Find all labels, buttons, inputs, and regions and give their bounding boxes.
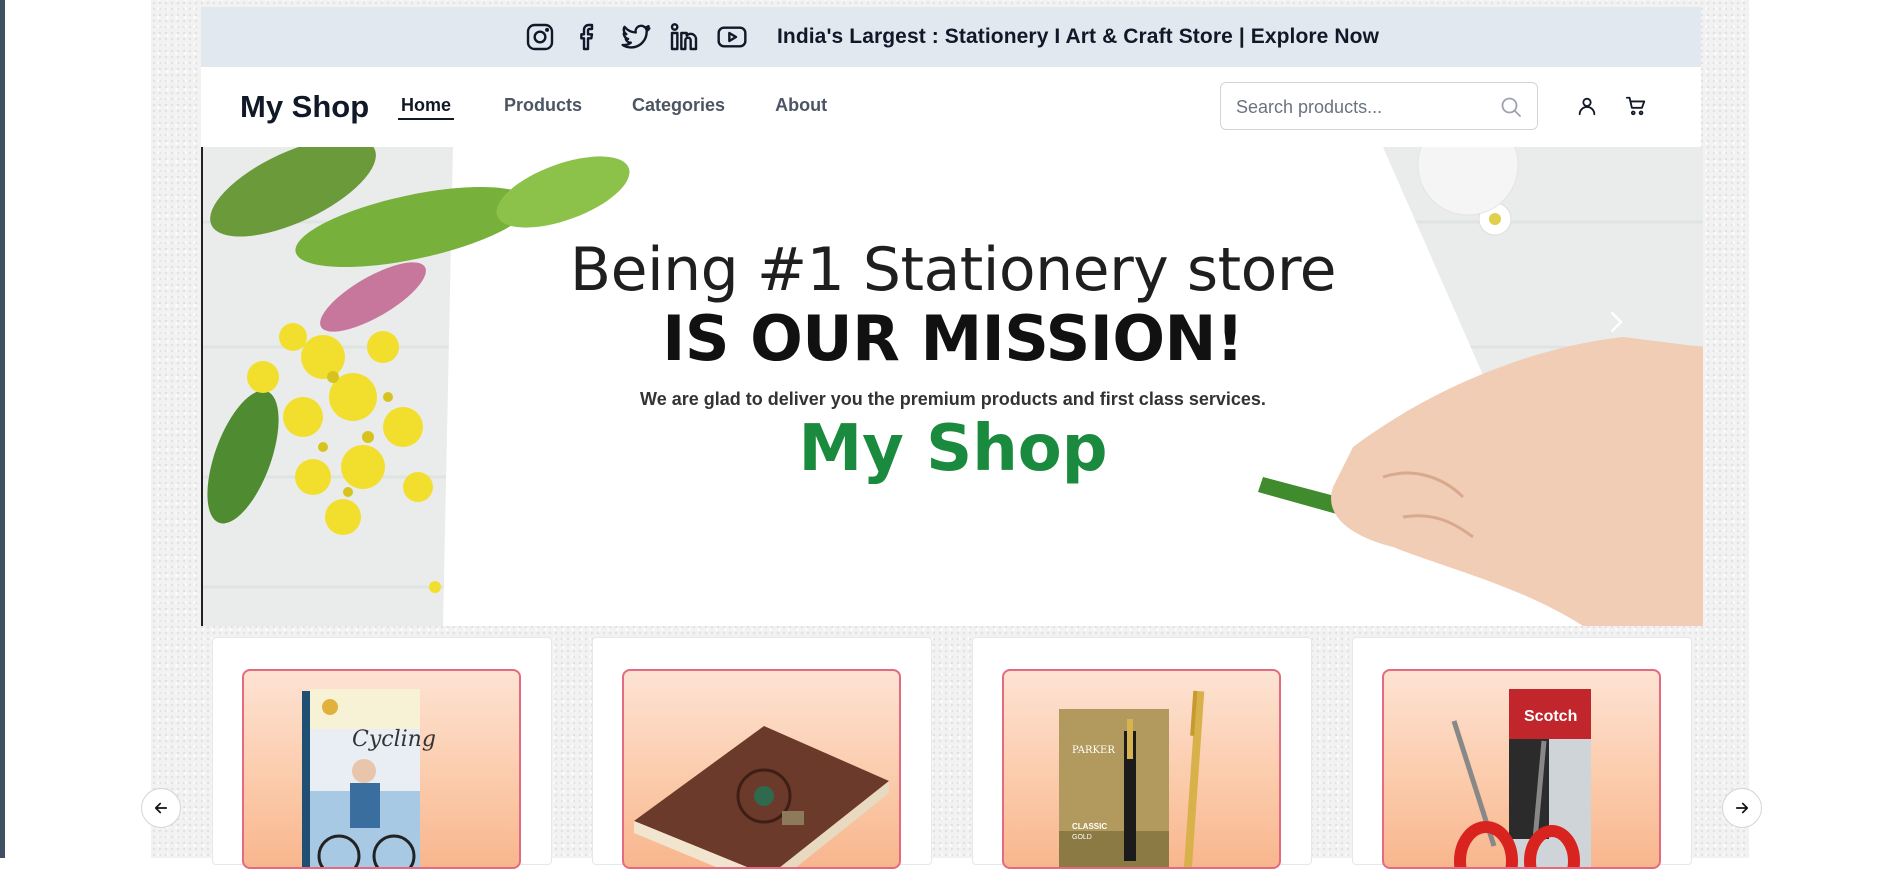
arrow-left-icon — [154, 802, 168, 814]
product-image-cycling-notebook[interactable]: Cycling — [242, 669, 521, 869]
announcement-bar: India's Largest : Stationery I Art & Cra… — [201, 7, 1701, 67]
hero-heading-line2: IS OUR MISSION! — [662, 302, 1244, 375]
product-card[interactable]: Cycling — [212, 637, 552, 869]
svg-text:PARKER: PARKER — [1072, 745, 1115, 756]
product-image-leather-journal[interactable] — [622, 669, 901, 869]
nav-links: Home Products Categories About — [398, 95, 827, 120]
nav-link-categories[interactable]: Categories — [632, 95, 725, 120]
hero-subtitle: We are glad to deliver you the premium p… — [640, 389, 1266, 409]
svg-text:GOLD: GOLD — [1072, 834, 1092, 841]
product-image-scotch-scissors[interactable]: Scotch — [1382, 669, 1661, 869]
cart-icon[interactable] — [1625, 95, 1647, 117]
nav-link-about[interactable]: About — [775, 95, 827, 120]
announcement-text[interactable]: India's Largest : Stationery I Art & Cra… — [777, 25, 1379, 49]
hero-next-arrow-icon[interactable] — [1601, 307, 1631, 337]
navbar: My Shop Home Products Categories About — [201, 67, 1701, 148]
nav-link-products[interactable]: Products — [504, 95, 582, 120]
hero-heading-line1: Being #1 Stationery store — [569, 235, 1337, 305]
window-edge — [0, 0, 5, 858]
slider-prev-button[interactable] — [141, 788, 181, 828]
page-container: India's Largest : Stationery I Art & Cra… — [201, 7, 1703, 869]
linkedin-icon[interactable] — [667, 20, 701, 54]
twitter-icon[interactable] — [619, 20, 653, 54]
svg-text:Cycling: Cycling — [352, 727, 436, 752]
user-icon[interactable] — [1576, 95, 1598, 117]
site-logo[interactable]: My Shop — [240, 89, 369, 125]
youtube-icon[interactable] — [715, 20, 749, 54]
search-input[interactable] — [1221, 83, 1498, 131]
hero-brand: My Shop — [798, 412, 1108, 486]
product-image-parker-pen[interactable]: PARKER CLASSIC GOLD — [1002, 669, 1281, 869]
product-card[interactable] — [592, 637, 932, 869]
svg-text:CLASSIC: CLASSIC — [1072, 822, 1107, 831]
search-box — [1220, 82, 1538, 131]
slider-next-button[interactable] — [1722, 788, 1762, 828]
product-card[interactable]: Scotch — [1352, 637, 1692, 869]
search-icon[interactable] — [1499, 95, 1523, 119]
arrow-right-icon — [1735, 802, 1749, 814]
svg-text:Scotch: Scotch — [1524, 708, 1577, 725]
facebook-icon[interactable] — [571, 20, 605, 54]
hero-image — [203, 147, 1703, 626]
product-card[interactable]: PARKER CLASSIC GOLD — [972, 637, 1312, 869]
instagram-icon[interactable] — [523, 20, 557, 54]
social-links — [523, 20, 749, 54]
nav-link-home[interactable]: Home — [398, 95, 455, 120]
hero-banner: Being #1 Stationery store IS OUR MISSION… — [201, 147, 1703, 626]
